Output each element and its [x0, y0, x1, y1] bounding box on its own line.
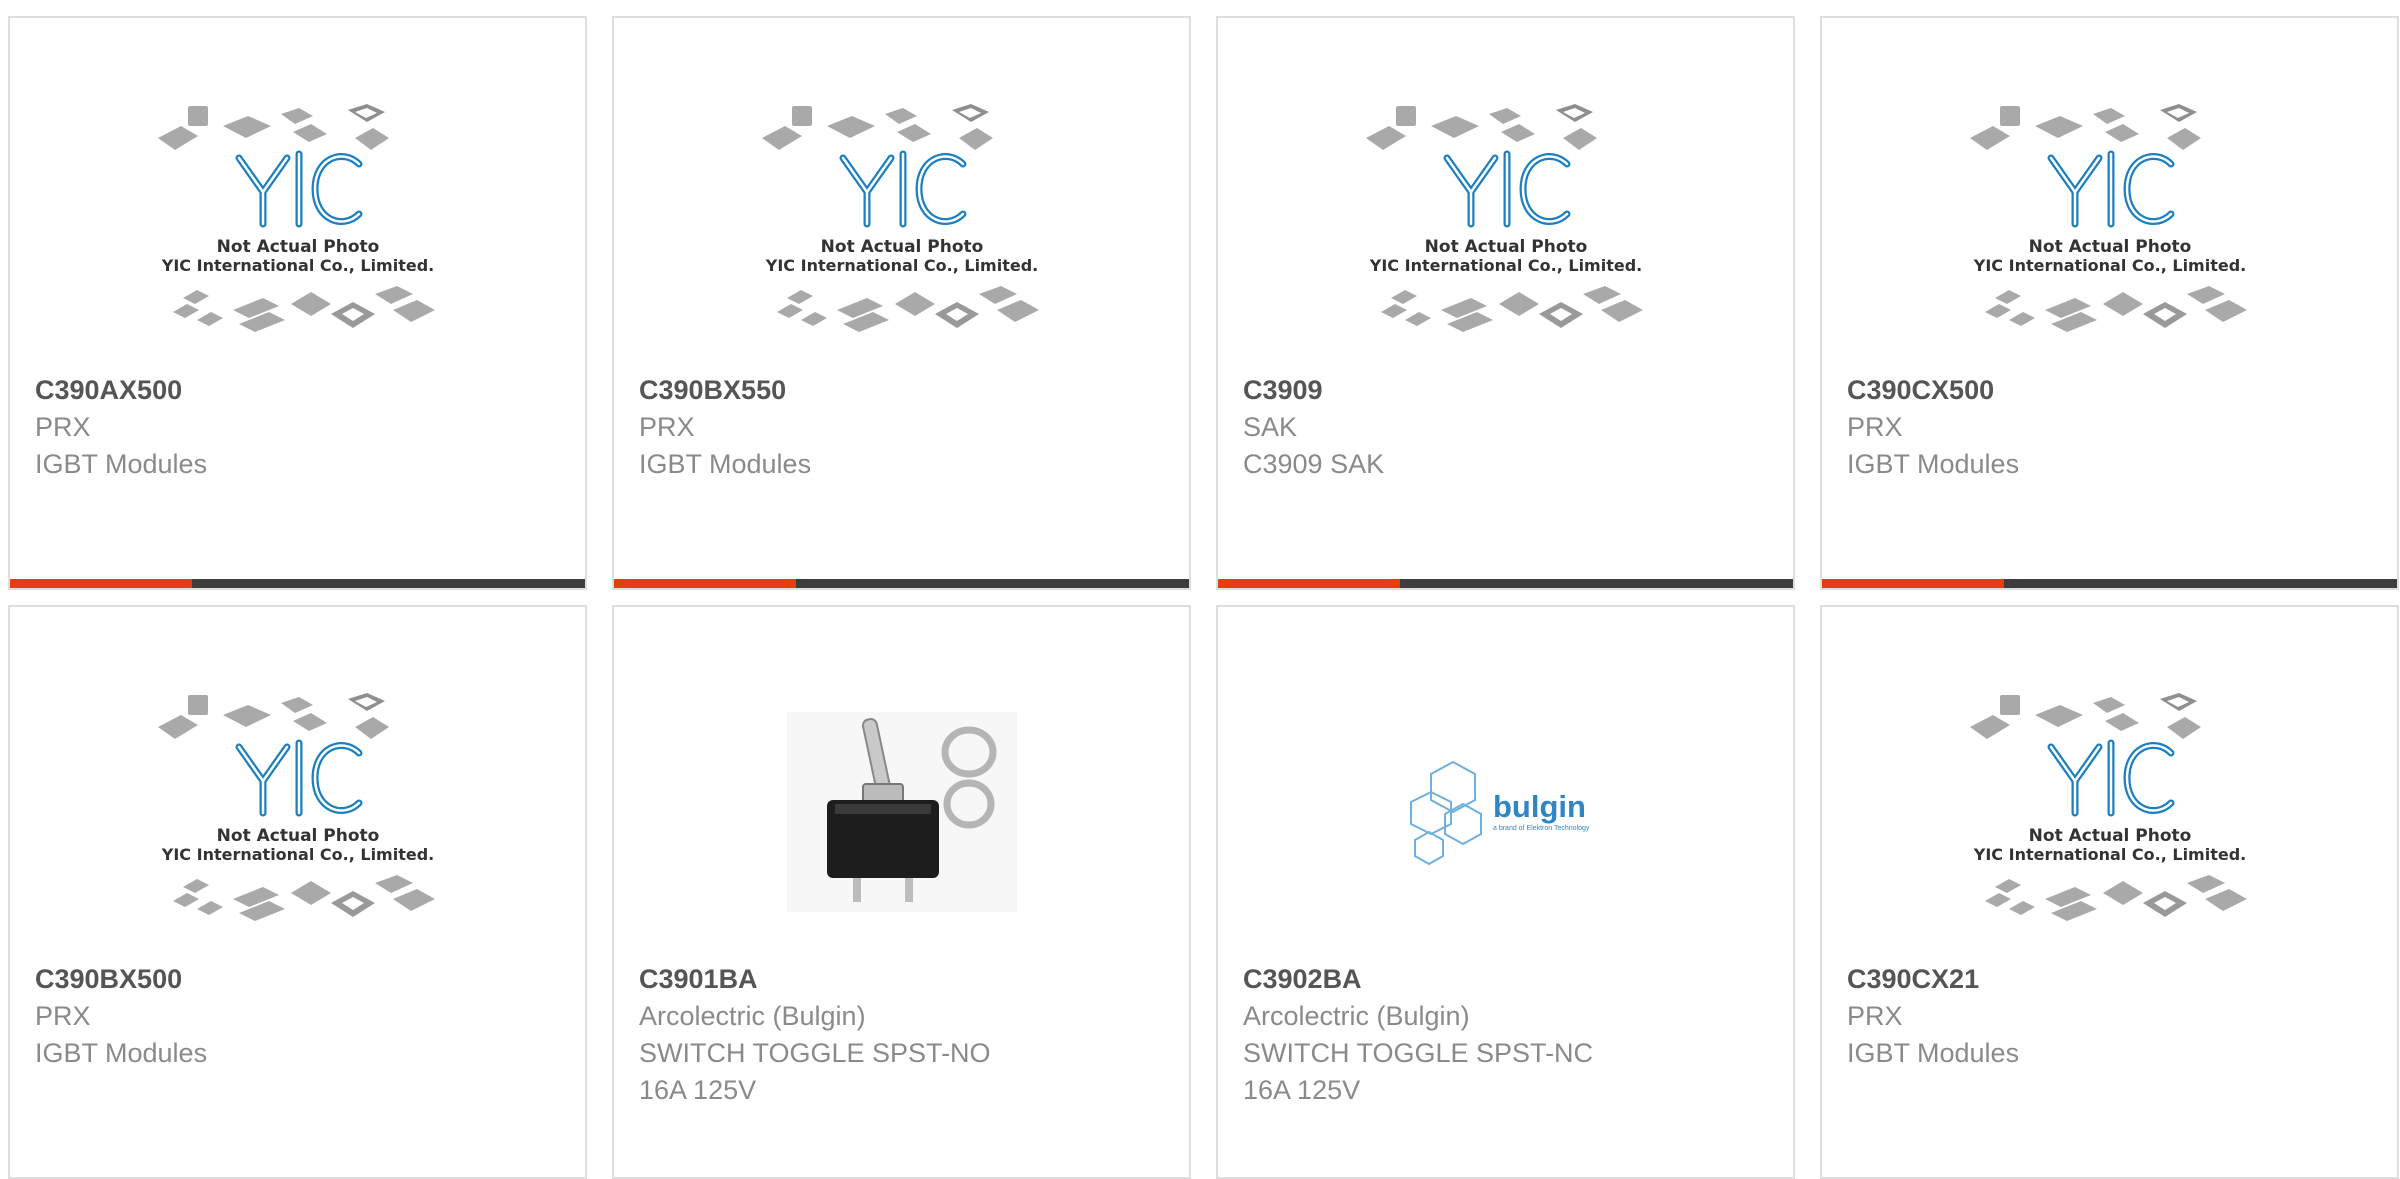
- toggle-switch-photo[interactable]: [614, 667, 1189, 957]
- product-card[interactable]: C3901BA Arcolectric (Bulgin) SWITCH TOGGLE…: [612, 605, 1191, 1179]
- description-extra-label: 16A 125V: [639, 1075, 757, 1105]
- description-extra-label: 16A 125V: [1243, 1075, 1361, 1105]
- svg-text:Not Actual Photo: Not Actual Photo: [820, 237, 983, 257]
- yic-placeholder-image[interactable]: Not Actual Photo YIC International Co., …: [614, 78, 1189, 368]
- svg-text:YIC International Co., Limited: YIC International Co., Limited.: [764, 256, 1037, 275]
- toggle-switch-graphic: [786, 712, 1017, 912]
- part-number-link[interactable]: C3902BA: [1243, 961, 1773, 998]
- description-label: C3909 SAK: [1243, 449, 1385, 479]
- product-card[interactable]: Not Actual Photo YIC International Co., …: [1820, 16, 2399, 590]
- svg-text:bulgin: bulgin: [1493, 789, 1586, 824]
- part-number-link[interactable]: C3909: [1243, 372, 1773, 409]
- svg-text:Not Actual Photo: Not Actual Photo: [1424, 237, 1587, 257]
- part-number-link[interactable]: C390CX21: [1847, 961, 2377, 998]
- manufacturer-label: PRX: [35, 412, 91, 442]
- manufacturer-label: PRX: [1847, 1001, 1903, 1031]
- svg-text:YIC International Co., Limited: YIC International Co., Limited.: [160, 256, 433, 275]
- manufacturer-label: Arcolectric (Bulgin): [639, 1001, 866, 1031]
- yic-placeholder-graphic: Not Actual Photo YIC International Co., …: [157, 693, 435, 921]
- card-bottom-bar: [10, 579, 585, 588]
- part-number-link[interactable]: C390CX500: [1847, 372, 2377, 409]
- svg-text:a brand of Elektron Technology: a brand of Elektron Technology: [1493, 825, 1590, 832]
- svg-text:Not Actual Photo: Not Actual Photo: [2028, 237, 2191, 257]
- description-label: IGBT Modules: [35, 1038, 208, 1068]
- svg-text:YIC International Co., Limited: YIC International Co., Limited.: [1972, 845, 2245, 864]
- product-info: C390AX500 PRX IGBT Modules: [35, 372, 565, 483]
- manufacturer-label: PRX: [639, 412, 695, 442]
- card-bottom-bar: [614, 579, 1189, 588]
- part-number-link[interactable]: C3901BA: [639, 961, 1169, 998]
- svg-text:Not Actual Photo: Not Actual Photo: [216, 237, 379, 257]
- product-info: C3901BA Arcolectric (Bulgin) SWITCH TOGGLE…: [639, 961, 1169, 1109]
- manufacturer-label: Arcolectric (Bulgin): [1243, 1001, 1470, 1031]
- svg-text:YIC International Co., Limited: YIC International Co., Limited.: [160, 845, 433, 864]
- card-bottom-bar-accent: [1822, 579, 2004, 588]
- bulgin-logo-graphic: bulgin a brand of Elektron Technology: [1409, 760, 1590, 866]
- product-info: C390BX500 PRX IGBT Modules: [35, 961, 565, 1072]
- manufacturer-label: PRX: [35, 1001, 91, 1031]
- svg-text:Not Actual Photo: Not Actual Photo: [2028, 826, 2191, 846]
- product-card[interactable]: bulgin a brand of Elektron Technology C3…: [1216, 605, 1795, 1179]
- description-label: IGBT Modules: [35, 449, 208, 479]
- card-bottom-bar-accent: [1218, 579, 1400, 588]
- product-info: C390CX21 PRX IGBT Modules: [1847, 961, 2377, 1072]
- product-info: C3902BA Arcolectric (Bulgin) SWITCH TOGGLE…: [1243, 961, 1773, 1109]
- product-card[interactable]: Not Actual Photo YIC International Co., …: [8, 16, 587, 590]
- description-label: IGBT Modules: [1847, 449, 2020, 479]
- part-number-link[interactable]: C390AX500: [35, 372, 565, 409]
- description-label: SWITCH TOGGLE SPST-NO: [639, 1038, 991, 1068]
- product-card[interactable]: Not Actual Photo YIC International Co., …: [1216, 16, 1795, 590]
- product-card[interactable]: Not Actual Photo YIC International Co., …: [1820, 605, 2399, 1179]
- description-label: IGBT Modules: [1847, 1038, 2020, 1068]
- product-info: C390CX500 PRX IGBT Modules: [1847, 372, 2377, 483]
- yic-placeholder-image[interactable]: Not Actual Photo YIC International Co., …: [1822, 78, 2397, 368]
- bulgin-logo-image[interactable]: bulgin a brand of Elektron Technology: [1218, 667, 1793, 957]
- yic-placeholder-graphic: Not Actual Photo YIC International Co., …: [1969, 104, 2247, 332]
- product-info: C3909 SAK C3909 SAK: [1243, 372, 1773, 483]
- manufacturer-label: SAK: [1243, 412, 1298, 442]
- card-bottom-bar: [1822, 579, 2397, 588]
- description-label: SWITCH TOGGLE SPST-NC: [1243, 1038, 1594, 1068]
- product-card[interactable]: Not Actual Photo YIC International Co., …: [612, 16, 1191, 590]
- yic-placeholder-image[interactable]: Not Actual Photo YIC International Co., …: [10, 78, 585, 368]
- yic-placeholder-graphic: Not Actual Photo YIC International Co., …: [761, 104, 1039, 332]
- svg-text:YIC International Co., Limited: YIC International Co., Limited.: [1972, 256, 2245, 275]
- yic-placeholder-graphic: Not Actual Photo YIC International Co., …: [1365, 104, 1643, 332]
- yic-placeholder-image[interactable]: Not Actual Photo YIC International Co., …: [1822, 667, 2397, 957]
- product-info: C390BX550 PRX IGBT Modules: [639, 372, 1169, 483]
- card-bottom-bar-accent: [614, 579, 796, 588]
- svg-text:Not Actual Photo: Not Actual Photo: [216, 826, 379, 846]
- product-card[interactable]: Not Actual Photo YIC International Co., …: [8, 605, 587, 1179]
- part-number-link[interactable]: C390BX550: [639, 372, 1169, 409]
- yic-placeholder-graphic: Not Actual Photo YIC International Co., …: [157, 104, 435, 332]
- card-bottom-bar-accent: [10, 579, 192, 588]
- card-bottom-bar: [1218, 579, 1793, 588]
- yic-placeholder-image[interactable]: Not Actual Photo YIC International Co., …: [10, 667, 585, 957]
- yic-placeholder-graphic: Not Actual Photo YIC International Co., …: [1969, 693, 2247, 921]
- manufacturer-label: PRX: [1847, 412, 1903, 442]
- svg-text:YIC International Co., Limited: YIC International Co., Limited.: [1368, 256, 1641, 275]
- yic-placeholder-image[interactable]: Not Actual Photo YIC International Co., …: [1218, 78, 1793, 368]
- description-label: IGBT Modules: [639, 449, 812, 479]
- part-number-link[interactable]: C390BX500: [35, 961, 565, 998]
